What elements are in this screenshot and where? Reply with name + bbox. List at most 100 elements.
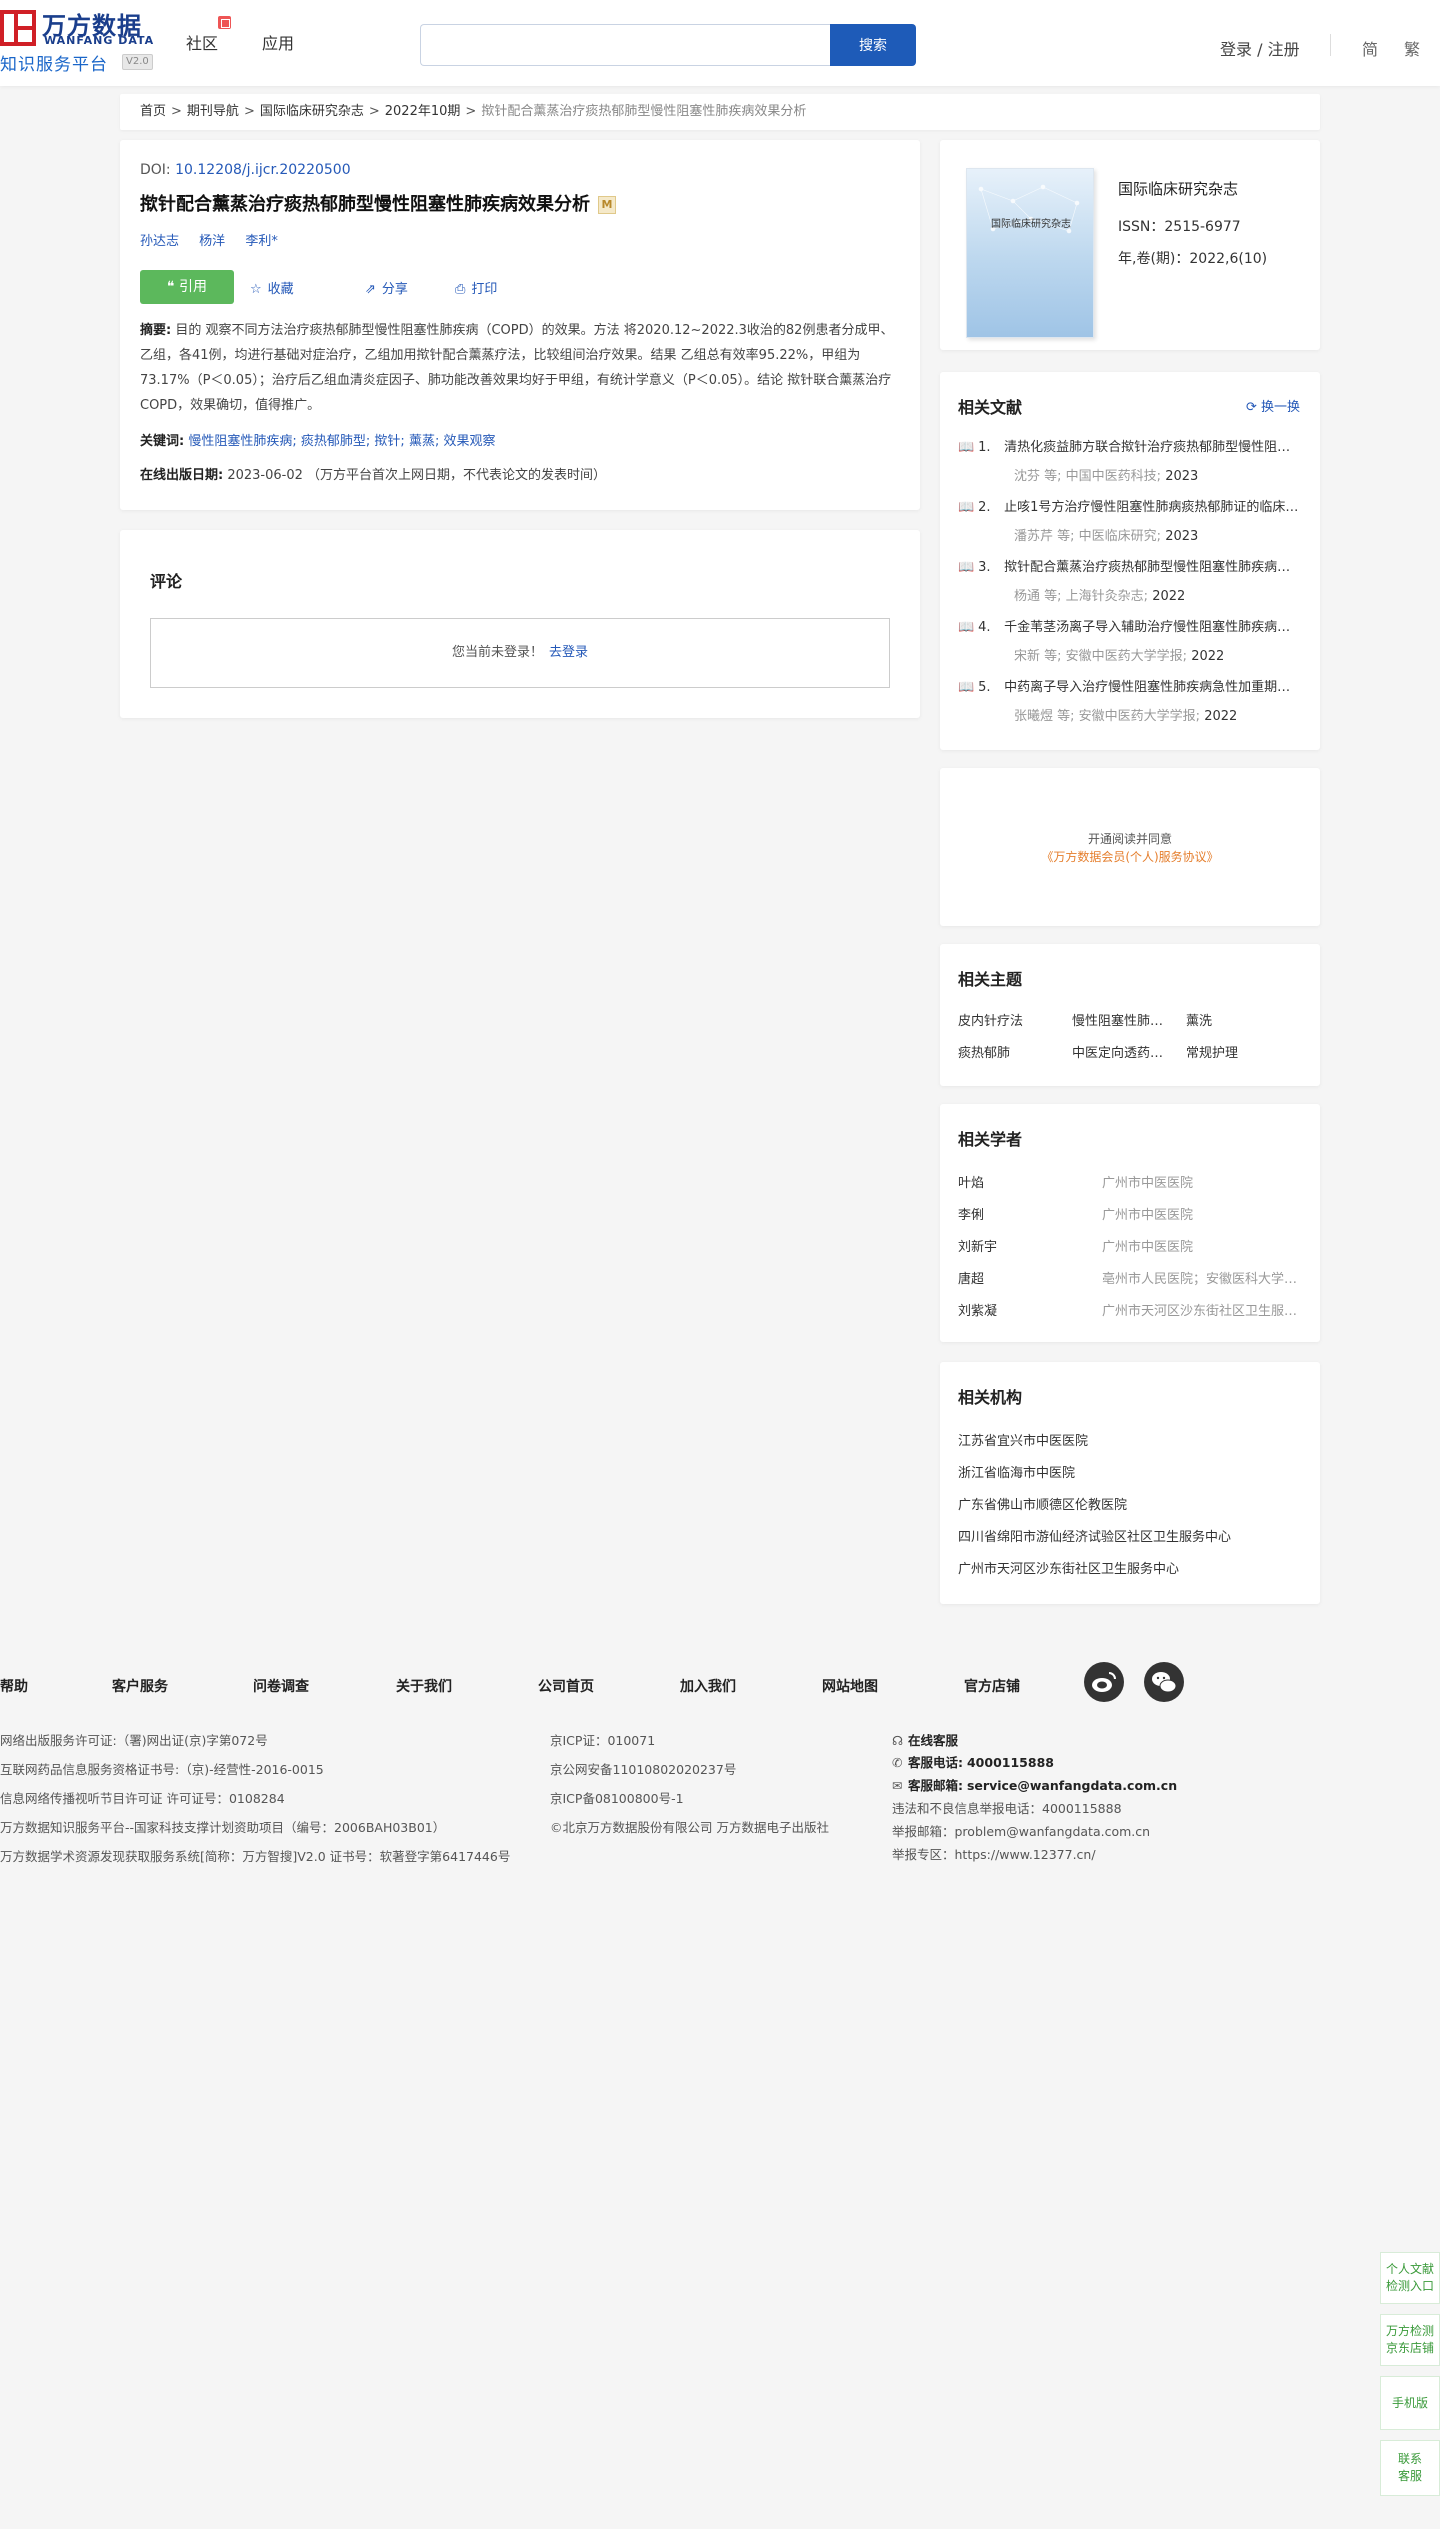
cite-button[interactable]: ❝ 引用 — [140, 270, 234, 304]
breadcrumb-journal-nav[interactable]: 期刊导航 — [187, 104, 239, 119]
footer-license: 信息网络传播视听节目许可证 许可证号：0108284 — [0, 1791, 285, 1806]
institution-link[interactable]: 广州市天河区沙东街社区卫生服务中心 — [958, 1558, 1179, 1577]
related-title-link[interactable]: 清热化痰益肺方联合揿针治疗痰热郁肺型慢性阻塞性肺疾病急性加重期的临床观察 — [1004, 440, 1303, 455]
institution-link[interactable]: 四川省绵阳市游仙经济试验区社区卫生服务中心 — [958, 1526, 1231, 1545]
item-number: 4. — [978, 620, 991, 635]
doi-row: DOI: 10.12208/j.ijcr.20220500 — [140, 162, 351, 178]
printer-icon: ⎙ — [455, 282, 466, 297]
login-register-link[interactable]: 登录 / 注册 — [1220, 36, 1300, 60]
wanfang-logo[interactable]: 万方数据 WANFANG DATA 知识服务平台 V2.0 — [0, 6, 156, 76]
topic-link[interactable]: 慢性阻塞性肺疾病 — [1072, 1010, 1170, 1029]
keyword-link[interactable]: 慢性阻塞性肺疾病 — [188, 434, 292, 449]
item-number: 1. — [978, 440, 991, 455]
related-title-link[interactable]: 揿针配合薰蒸治疗痰热郁肺型慢性阻塞性肺疾病效果分析 — [1004, 560, 1303, 575]
article-title-text: 揿针配合薰蒸治疗痰热郁肺型慢性阻塞性肺疾病效果分析 — [140, 194, 590, 215]
search-button[interactable]: 搜索 — [830, 24, 916, 66]
wechat-icon[interactable] — [1144, 1662, 1184, 1702]
institution-link[interactable]: 江苏省宜兴市中医医院 — [958, 1430, 1088, 1449]
footer-icp-record-link[interactable]: 京ICP备08100800号-1 — [550, 1788, 684, 1807]
lang-simplified[interactable]: 简 — [1362, 36, 1378, 60]
footer-icp-link[interactable]: 京ICP证：010071 — [550, 1730, 655, 1749]
breadcrumb-home[interactable]: 首页 — [140, 104, 166, 119]
topic-link[interactable]: 薰洗 — [1186, 1010, 1286, 1029]
favorite-button[interactable]: ☆ 收藏 — [250, 278, 294, 297]
quote-icon: ❝ — [167, 279, 179, 295]
related-title-link[interactable]: 中药离子导入治疗慢性阻塞性肺疾病急性加重期痰热郁肺证的临床研究 — [1004, 680, 1303, 695]
scholar-name-link[interactable]: 唐超 — [958, 1268, 984, 1287]
footer-nav-store[interactable]: 官方店铺 — [964, 1676, 1020, 1696]
book-icon: 📖 — [958, 440, 975, 455]
keyword-link[interactable]: 薰蒸 — [409, 434, 435, 449]
refresh-button[interactable]: ⟳ 换一换 — [1246, 396, 1300, 415]
comment-title: 评论 — [150, 572, 183, 591]
institution-link[interactable]: 广东省佛山市顺德区伦教医院 — [958, 1494, 1127, 1513]
service-agreement-link[interactable]: 《万方数据会员(个人)服务协议》 — [940, 848, 1320, 865]
footer-nav-customer-service[interactable]: 客户服务 — [112, 1676, 168, 1696]
related-year: 2022 — [1191, 649, 1225, 664]
footer-nav-join[interactable]: 加入我们 — [680, 1676, 736, 1696]
nav-community[interactable]: 社区 — [186, 30, 218, 54]
related-source: 中医临床研究; — [1078, 529, 1162, 544]
share-button[interactable]: ⇗ 分享 — [365, 278, 408, 297]
breadcrumb-issue[interactable]: 2022年10期 — [385, 104, 461, 119]
footer-police-link[interactable]: 京公网安备11010802020237号 — [550, 1759, 736, 1778]
float-jd-store[interactable]: 万方检测 京东店铺 — [1380, 2314, 1440, 2366]
book-icon: 📖 — [958, 620, 975, 635]
related-year: 2023 — [1165, 469, 1199, 484]
institution-link[interactable]: 浙江省临海市中医院 — [958, 1462, 1075, 1481]
topic-link[interactable]: 常规护理 — [1186, 1042, 1286, 1061]
article-card: DOI: 10.12208/j.ijcr.20220500 揿针配合薰蒸治疗痰热… — [120, 140, 920, 510]
related-title-link[interactable]: 止咳1号方治疗慢性阻塞性肺病痰热郁肺证的临床研究 — [1004, 500, 1303, 515]
author-link[interactable]: 杨洋 — [199, 234, 225, 249]
topic-link[interactable]: 中医定向透药疗法 — [1072, 1042, 1170, 1061]
float-mobile[interactable]: 手机版 — [1380, 2376, 1440, 2430]
weibo-glyph — [1092, 1672, 1116, 1692]
author-link[interactable]: 李利* — [245, 234, 278, 249]
lang-traditional[interactable]: 繁 — [1404, 36, 1420, 60]
search-input[interactable] — [420, 24, 830, 66]
related-authors: 沈芬 等; — [1014, 469, 1062, 484]
top-header: 万方数据 WANFANG DATA 知识服务平台 V2.0 社区 应用 搜索 登… — [0, 0, 1440, 86]
footer-report-zone-link[interactable]: 举报专区：https://www.12377.cn/ — [892, 1844, 1096, 1863]
related-institutions-card: 相关机构 江苏省宜兴市中医医院 浙江省临海市中医院 广东省佛山市顺德区伦教医院 … — [940, 1362, 1320, 1604]
email-label: 客服邮箱: — [908, 1778, 963, 1793]
list-item: 📖 2. 止咳1号方治疗慢性阻塞性肺病痰热郁肺证的临床研究 潘苏芹 等; 中医临床… — [958, 496, 1303, 544]
go-login-link[interactable]: 去登录 — [549, 645, 588, 660]
keyword-link[interactable]: 效果观察 — [443, 434, 495, 449]
topic-link[interactable]: 皮内针疗法 — [958, 1010, 1058, 1029]
keyword-link[interactable]: 揿针 — [374, 434, 400, 449]
journal-name-link[interactable]: 国际临床研究杂志 — [1118, 178, 1238, 199]
breadcrumb-sep: > — [171, 104, 182, 119]
footer-nav-sitemap[interactable]: 网站地图 — [822, 1676, 878, 1696]
publish-date-label: 在线出版日期: — [140, 468, 224, 483]
keyword-link[interactable]: 痰热郁肺型 — [301, 434, 366, 449]
related-year: 2023 — [1165, 529, 1199, 544]
publish-date-row: 在线出版日期: 2023-06-02 （万方平台首次上网日期，不代表论文的发表时… — [140, 464, 606, 483]
weibo-icon[interactable] — [1084, 1662, 1124, 1702]
footer-nav-about[interactable]: 关于我们 — [396, 1676, 452, 1696]
footer-nav-company[interactable]: 公司首页 — [538, 1676, 594, 1696]
scholar-name-link[interactable]: 刘紫凝 — [958, 1300, 997, 1319]
float-personal-check[interactable]: 个人文献 检测入口 — [1380, 2252, 1440, 2304]
related-authors: 张曦煜 等; — [1014, 709, 1075, 724]
author-link[interactable]: 孙达志 — [140, 234, 179, 249]
online-service-label: 在线客服 — [908, 1733, 959, 1748]
related-title-link[interactable]: 千金苇茎汤离子导入辅助治疗慢性阻塞性肺疾病急性加重期的疗效观察 — [1004, 620, 1303, 635]
breadcrumb-journal[interactable]: 国际临床研究杂志 — [260, 104, 364, 119]
online-service-link[interactable]: ☊ 在线客服 — [892, 1730, 958, 1749]
scholar-name-link[interactable]: 叶焰 — [958, 1172, 984, 1191]
nav-apps[interactable]: 应用 — [262, 30, 294, 54]
doi-link[interactable]: 10.12208/j.ijcr.20220500 — [175, 162, 351, 178]
topic-link[interactable]: 痰热郁肺 — [958, 1042, 1058, 1061]
journal-cover-image[interactable]: 国际临床研究杂志 — [966, 168, 1094, 338]
float-contact-service[interactable]: 联系 客服 — [1380, 2440, 1440, 2496]
print-button[interactable]: ⎙ 打印 — [455, 278, 497, 297]
version-badge: V2.0 — [122, 54, 153, 70]
scholar-name-link[interactable]: 李俐 — [958, 1204, 984, 1223]
cover-title: 国际临床研究杂志 — [991, 219, 1071, 230]
footer-phone: ✆ 客服电话: 4000115888 — [892, 1752, 1054, 1771]
footer-nav-help[interactable]: 帮助 — [0, 1676, 28, 1696]
format-badge-icon: M — [598, 196, 616, 214]
footer-nav-survey[interactable]: 问卷调查 — [253, 1676, 309, 1696]
scholar-name-link[interactable]: 刘新宇 — [958, 1236, 997, 1255]
